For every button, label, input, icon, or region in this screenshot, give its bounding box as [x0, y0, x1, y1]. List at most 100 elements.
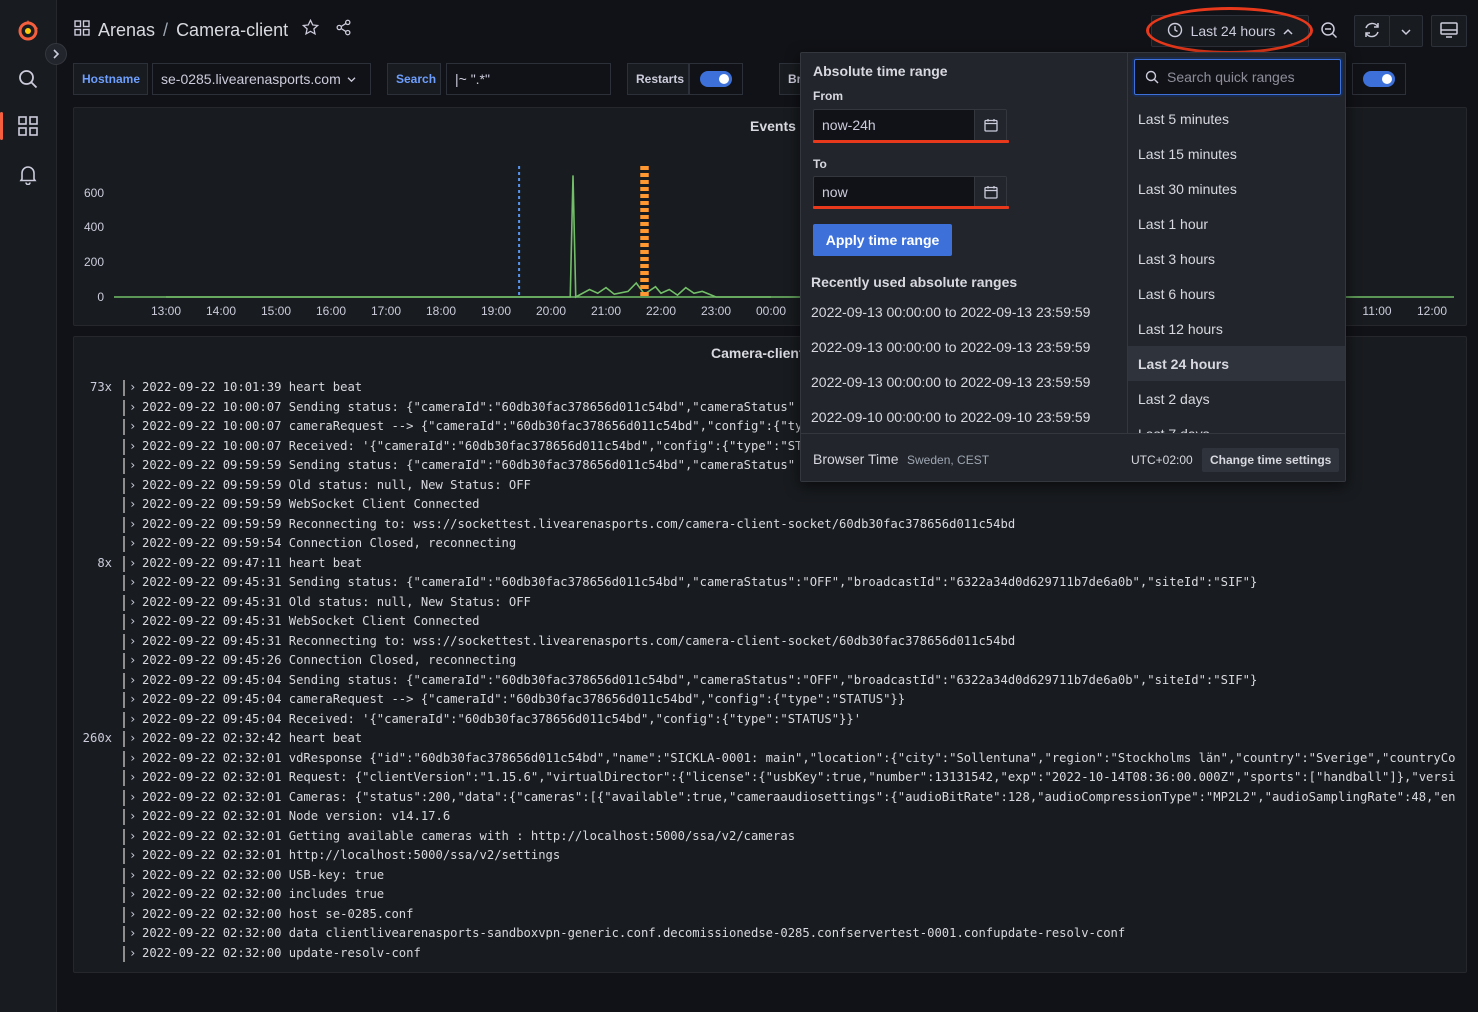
log-level-bar [123, 653, 125, 669]
recent-range-item[interactable]: 2022-09-10 00:00:00 to 2022-09-10 23:59:… [811, 409, 1090, 425]
quick-ranges-placeholder: Search quick ranges [1167, 69, 1295, 85]
search-variable-input[interactable]: |~ ".*" [446, 63, 611, 95]
chevron-right-icon: › [129, 848, 137, 862]
chevron-right-icon: › [129, 477, 137, 492]
to-value: now [822, 184, 848, 200]
chevron-right-icon: › [129, 692, 137, 706]
quick-range-item[interactable]: Last 24 hours [1128, 346, 1345, 381]
chevron-down-icon [347, 76, 356, 82]
log-line-text: 2022-09-22 09:45:31 Sending status: {"ca… [142, 575, 1258, 589]
log-row[interactable]: › 2022-09-22 02:32:01 http://localhost:50… [78, 846, 1458, 866]
expand-sidebar-button[interactable] [45, 43, 67, 65]
log-row[interactable]: › 2022-09-22 09:59:59 Reconnecting to: ws… [78, 515, 1458, 535]
quick-range-item[interactable]: Last 5 minutes [1128, 101, 1345, 136]
hidden-variable-toggle[interactable] [1352, 63, 1406, 95]
log-row[interactable]: › 2022-09-22 02:32:01 Cameras: {"status":… [78, 788, 1458, 808]
log-row[interactable]: › 2022-09-22 02:32:00 USB-key: true [78, 866, 1458, 886]
dashboards-icon[interactable] [14, 112, 42, 140]
restarts-toggle[interactable] [689, 63, 743, 95]
star-icon[interactable] [301, 18, 320, 41]
log-row[interactable]: › 2022-09-22 09:45:31 Sending status: {"c… [78, 573, 1458, 593]
from-input[interactable]: now-24h [813, 109, 1007, 141]
log-row[interactable]: › 2022-09-22 02:32:01 Node version: v14.1… [78, 807, 1458, 827]
log-line-text: 2022-09-22 02:32:00 USB-key: true [142, 867, 385, 882]
chevron-right-icon: › [129, 614, 137, 628]
log-line-text: 2022-09-22 09:59:54 Connection Closed, r… [142, 536, 517, 550]
chevron-right-icon: › [129, 926, 137, 940]
quick-range-item[interactable]: Last 3 hours [1128, 241, 1345, 276]
apply-time-range-button[interactable]: Apply time range [813, 224, 952, 256]
log-row[interactable]: › 2022-09-22 02:32:00 includes true [78, 885, 1458, 905]
log-level-bar [123, 750, 125, 767]
log-row[interactable]: › 2022-09-22 02:32:01 vdResponse {"id":"6… [78, 749, 1458, 769]
recent-range-item[interactable]: 2022-09-13 00:00:00 to 2022-09-13 23:59:… [811, 304, 1090, 320]
log-row[interactable]: › 2022-09-22 09:45:04 Sending status: {"c… [78, 671, 1458, 691]
log-line-text: 2022-09-22 09:59:59 Sending status: {"ca… [142, 458, 796, 472]
tv-mode-button[interactable] [1431, 15, 1467, 47]
log-row[interactable]: 8x › 2022-09-22 09:47:11 heart beat [78, 554, 1458, 574]
log-line-text: 2022-09-22 02:32:01 Cameras: {"status":2… [142, 789, 1456, 804]
bell-icon[interactable] [14, 161, 42, 189]
log-row[interactable]: › 2022-09-22 09:45:31 Old status: null, N… [78, 593, 1458, 613]
search-icon[interactable] [14, 65, 42, 93]
log-row[interactable]: › 2022-09-22 02:32:01 Request: {"clientVe… [78, 768, 1458, 788]
recent-range-item[interactable]: 2022-09-13 00:00:00 to 2022-09-13 23:59:… [811, 374, 1090, 390]
quick-range-item[interactable]: Last 30 minutes [1128, 171, 1345, 206]
log-line-text: 2022-09-22 09:45:04 cameraRequest --> {"… [142, 692, 906, 706]
clock-icon [1167, 22, 1183, 41]
refresh-button[interactable] [1354, 15, 1390, 47]
log-level-bar [123, 633, 125, 650]
quick-ranges-section: Search quick ranges Last 5 minutes Last 1… [1127, 53, 1345, 442]
quick-range-item[interactable]: Last 1 hour [1128, 206, 1345, 241]
refresh-interval-dropdown[interactable] [1389, 15, 1423, 47]
hostname-variable-select[interactable]: se-0285.livearenasports.com [152, 63, 371, 95]
quick-range-item[interactable]: Last 15 minutes [1128, 136, 1345, 171]
log-row[interactable]: › 2022-09-22 09:45:04 cameraRequest --> {… [78, 690, 1458, 710]
log-level-bar [123, 497, 125, 513]
absolute-range-section: Absolute time range From now-24h To now … [801, 53, 1127, 433]
chevron-right-icon: › [129, 945, 137, 960]
share-icon[interactable] [335, 19, 352, 41]
log-row[interactable]: 260x › 2022-09-22 02:32:42 heart beat [78, 729, 1458, 749]
time-settings-footer: Browser Time Sweden, CEST UTC+02:00 Chan… [801, 433, 1345, 481]
log-row[interactable]: › 2022-09-22 02:32:00 host se-0285.conf [78, 905, 1458, 925]
log-level-bar [123, 906, 125, 923]
calendar-icon[interactable] [974, 177, 1006, 207]
chevron-right-icon: › [129, 789, 137, 804]
time-range-label: Last 24 hours [1190, 23, 1276, 39]
log-line-text: 2022-09-22 09:45:26 Connection Closed, r… [142, 653, 517, 667]
log-level-bar [123, 770, 125, 786]
change-time-settings-button[interactable]: Change time settings [1202, 448, 1340, 472]
time-picker-button[interactable]: Last 24 hours [1151, 15, 1309, 47]
chevron-right-icon: › [129, 809, 137, 823]
logs-panel-title: Camera-client [711, 345, 804, 361]
y-tick: 400 [83, 220, 104, 234]
quick-ranges-search[interactable]: Search quick ranges [1134, 59, 1341, 95]
breadcrumb-separator: / [163, 19, 169, 40]
log-level-bar [123, 419, 125, 435]
calendar-icon[interactable] [974, 110, 1006, 140]
log-row[interactable]: › 2022-09-22 09:45:26 Connection Closed, … [78, 651, 1458, 671]
page-title[interactable]: Camera-client [176, 20, 288, 41]
y-tick: 600 [83, 186, 104, 200]
log-row[interactable]: › 2022-09-22 09:59:54 Connection Closed, … [78, 534, 1458, 554]
recent-range-item[interactable]: 2022-09-13 00:00:00 to 2022-09-13 23:59:… [811, 339, 1090, 355]
breadcrumb-folder[interactable]: Arenas [98, 20, 155, 41]
log-row[interactable]: › 2022-09-22 09:45:31 WebSocket Client Co… [78, 612, 1458, 632]
log-row[interactable]: › 2022-09-22 02:32:00 update-resolv-conf [78, 944, 1458, 964]
log-line-text: 2022-09-22 09:59:59 WebSocket Client Con… [142, 497, 480, 511]
quick-range-item[interactable]: Last 2 days [1128, 381, 1345, 416]
sidebar-active-indicator [0, 112, 3, 140]
log-row[interactable]: › 2022-09-22 02:32:00 data clientlivearen… [78, 924, 1458, 944]
grafana-logo-icon[interactable] [14, 17, 42, 45]
log-row[interactable]: › 2022-09-22 09:45:04 Received: '{"camera… [78, 710, 1458, 730]
log-row[interactable]: › 2022-09-22 09:59:59 WebSocket Client Co… [78, 495, 1458, 515]
zoom-out-button[interactable] [1313, 15, 1345, 47]
log-row[interactable]: › 2022-09-22 09:45:31 Reconnecting to: ws… [78, 632, 1458, 652]
quick-range-item[interactable]: Last 12 hours [1128, 311, 1345, 346]
quick-range-item[interactable]: Last 6 hours [1128, 276, 1345, 311]
log-row[interactable]: › 2022-09-22 02:32:01 Getting available c… [78, 827, 1458, 847]
to-input[interactable]: now [813, 176, 1007, 208]
chevron-down-icon [1401, 24, 1411, 39]
log-line-text: 2022-09-22 10:01:39 heart beat [142, 380, 363, 394]
